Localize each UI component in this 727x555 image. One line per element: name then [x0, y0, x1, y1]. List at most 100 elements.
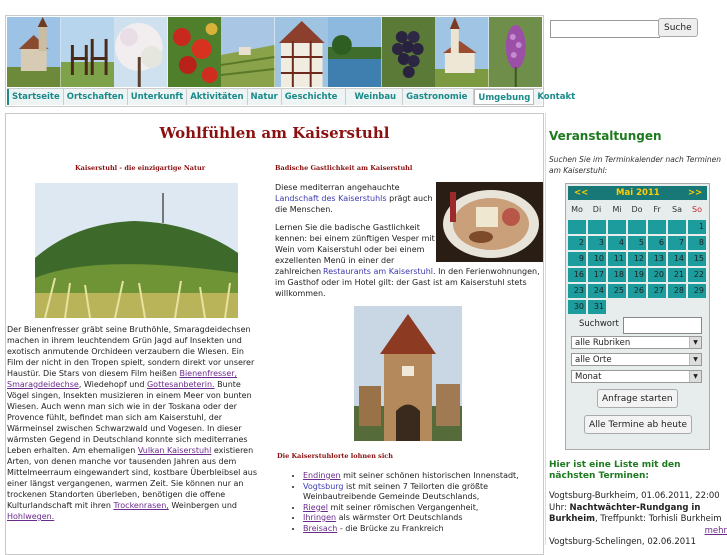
calendar-prev-month[interactable]: << [574, 188, 588, 198]
nav-weinbau[interactable]: Weinbau [346, 89, 404, 105]
site-search-button[interactable]: Suche [658, 18, 698, 37]
nav-gastronomie[interactable]: Gastronomie [403, 89, 475, 105]
calendar-day[interactable]: 16 [568, 268, 586, 282]
calendar-day[interactable]: 14 [668, 252, 686, 266]
calendar-weekday-label: Mo [571, 205, 583, 214]
calendar-day[interactable]: 5 [628, 236, 646, 250]
link-restaurants[interactable]: Restaurants am Kaiserstuhl [323, 267, 433, 276]
banner-photo-chairs [60, 17, 114, 87]
kaiserstuhl-landscape-image [35, 183, 238, 318]
calendar-day[interactable]: 13 [648, 252, 666, 266]
calendar-day[interactable]: 22 [688, 268, 706, 282]
nav-natur[interactable]: Natur [248, 89, 282, 105]
rubrik-select-value: alle Rubriken [575, 338, 631, 348]
calendar-day[interactable]: 25 [608, 284, 626, 298]
calendar-day[interactable]: 11 [608, 252, 626, 266]
banner-photo-vineyard [221, 17, 275, 87]
event-meeting-point: , Treffpunkt: Torhisli Burkheim [594, 514, 722, 524]
nav-aktivitaeten[interactable]: Aktivitäten [187, 89, 248, 105]
link-ihringen[interactable]: Ihringen [303, 513, 336, 522]
calendar-next-month[interactable]: >> [688, 188, 702, 198]
link-endingen[interactable]: Endingen [303, 471, 341, 480]
gastlichkeit-text-b: Restaurants am Kaiserstuhl. In den Ferie… [275, 266, 541, 299]
natur-text-c: Bunte Vögel singen, Insekten musizieren … [7, 380, 252, 455]
link-vulkan-kaiserstuhl[interactable]: Vulkan Kaiserstuhl [138, 446, 212, 455]
orte-select[interactable]: alle Orte ▼ [571, 353, 702, 366]
link-riegel[interactable]: Riegel [303, 503, 328, 512]
zeitraum-select-value: Monat [575, 372, 602, 382]
orte-text: als wärmster Ort Deutschlands [336, 513, 463, 522]
banner-photo-orchid [488, 17, 542, 87]
nav-kontakt[interactable]: Kontakt [534, 89, 578, 105]
event-more-link[interactable]: mehr [705, 526, 727, 536]
banner-photo-blossom [114, 17, 168, 87]
calendar-day[interactable]: 20 [648, 268, 666, 282]
page-title: Wohlfühlen am Kaiserstuhl [159, 124, 390, 142]
calendar-empty-cell [608, 220, 626, 234]
calendar-day[interactable]: 23 [568, 284, 586, 298]
link-vogtsburg[interactable]: Vogtsburg [303, 482, 344, 491]
calendar-day[interactable]: 7 [668, 236, 686, 250]
natur-text-b: , Wiedehopf und [78, 380, 145, 389]
natur-paragraph: Der Bienenfresser gräbt seine Bruthöhle,… [7, 324, 262, 522]
calendar-day[interactable]: 8 [688, 236, 706, 250]
nav-startseite[interactable]: Startseite [7, 89, 64, 105]
nav-ortschaften[interactable]: Ortschaften [64, 89, 128, 105]
calendar-day[interactable]: 9 [568, 252, 586, 266]
vesper-plate-image [436, 182, 543, 262]
calendar-day[interactable]: 6 [648, 236, 666, 250]
calendar-day[interactable]: 26 [628, 284, 646, 298]
link-breisach[interactable]: Breisach [303, 524, 337, 533]
calendar-day[interactable]: 30 [568, 300, 586, 314]
section-heading-gastlichkeit: Badische Gastlichkeit am Kaiserstuhl [275, 164, 413, 172]
nav-geschichte[interactable]: Geschichte [282, 89, 347, 105]
suchwort-input[interactable] [623, 317, 702, 334]
orte-text: mit seiner schönen historischen Innensta… [340, 471, 519, 480]
main-navigation: Startseite Ortschaften Unterkunft Aktivi… [7, 88, 575, 105]
link-trockenrasen[interactable]: Trockenrasen, [113, 501, 168, 510]
stadttor-tower-image [354, 306, 462, 441]
nav-unterkunft[interactable]: Unterkunft [128, 89, 188, 105]
banner-photo-apples [167, 17, 221, 87]
calendar-day[interactable]: 4 [608, 236, 626, 250]
calendar-day[interactable]: 12 [628, 252, 646, 266]
site-search-input[interactable] [550, 20, 660, 38]
anfrage-starten-button[interactable]: Anfrage starten [597, 389, 678, 408]
list-item: Endingen mit seiner schönen historischen… [303, 471, 543, 482]
calendar-day[interactable]: 31 [588, 300, 606, 314]
calendar-day[interactable]: 1 [688, 220, 706, 234]
calendar-day[interactable]: 15 [688, 252, 706, 266]
calendar-day[interactable]: 17 [588, 268, 606, 282]
link-smaragdeidechse[interactable]: Smaragdeidechse [7, 380, 79, 389]
orte-text: mit seiner römischen Vergangenheit, [327, 502, 479, 512]
calendar-day[interactable]: 27 [648, 284, 666, 298]
calendar-day[interactable]: 21 [668, 268, 686, 282]
events-description: Suchen Sie im Terminkalender nach Termin… [549, 155, 721, 175]
banner-photo-halftimbered-house [274, 17, 328, 87]
calendar-day[interactable]: 2 [568, 236, 586, 250]
calendar-day[interactable]: 3 [588, 236, 606, 250]
chevron-down-icon: ▼ [689, 337, 701, 348]
rubrik-select[interactable]: alle Rubriken ▼ [571, 336, 702, 349]
list-item: Vogtsburg ist mit seinen 7 Teilorten die… [303, 482, 543, 503]
alle-termine-button[interactable]: Alle Termine ab heute [584, 415, 693, 434]
link-bienenfresser[interactable]: Bienenfresser, [179, 369, 237, 378]
calendar-day[interactable]: 18 [608, 268, 626, 282]
link-gottesanbeterin[interactable]: Gottesanbeterin. [147, 380, 215, 389]
calendar-day[interactable]: 10 [588, 252, 606, 266]
gastlichkeit-intro-text: Diese mediterran angehauchte [275, 183, 400, 192]
calendar-day[interactable]: 28 [668, 284, 686, 298]
calendar-month-label: Mai 2011 [616, 188, 660, 198]
banner-photo-grapes [381, 17, 435, 87]
calendar-day[interactable]: 29 [688, 284, 706, 298]
gastlichkeit-intro: Diese mediterran angehauchte Landschaft … [275, 182, 437, 215]
calendar-day[interactable]: 19 [628, 268, 646, 282]
zeitraum-select[interactable]: Monat ▼ [571, 370, 702, 383]
link-landschaft[interactable]: Landschaft des Kaiserstuhls [275, 194, 387, 203]
nav-umgebung[interactable]: Umgebung [474, 89, 535, 105]
calendar-day[interactable]: 24 [588, 284, 606, 298]
link-hohlwegen[interactable]: Hohlwegen. [7, 512, 54, 521]
upcoming-events-heading: Hier ist eine Liste mit den nächsten Ter… [549, 460, 681, 481]
calendar-empty-cell [628, 220, 646, 234]
calendar-weekday-label: Mi [612, 205, 622, 214]
